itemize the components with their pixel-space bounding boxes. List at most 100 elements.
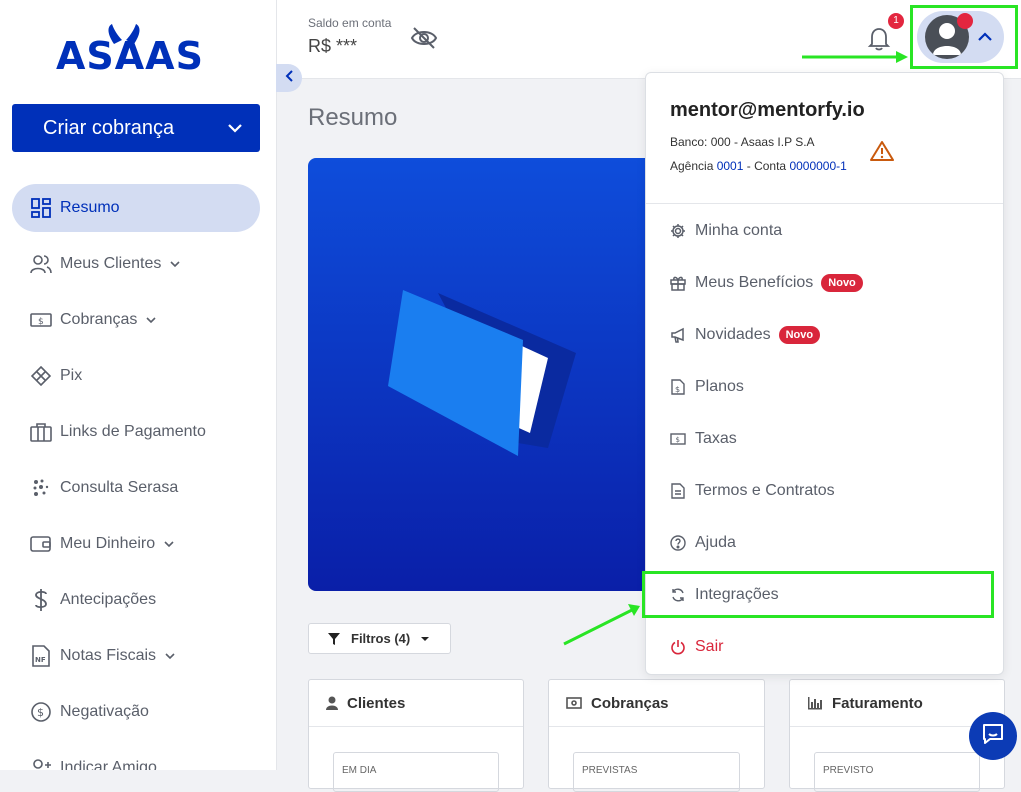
menu-item-planos[interactable]: $ Planos bbox=[670, 375, 744, 399]
create-charge-label: Criar cobrança bbox=[43, 116, 175, 139]
card-inner-label: PREVISTAS bbox=[573, 752, 740, 792]
sidebar-item-label: Meus Clientes bbox=[60, 255, 162, 272]
document-icon bbox=[670, 483, 686, 499]
sidebar-item-label: Resumo bbox=[60, 199, 120, 216]
menu-item-novidades[interactable]: Novidades Novo bbox=[670, 323, 821, 347]
chat-button[interactable] bbox=[969, 712, 1017, 760]
menu-item-termos-contratos[interactable]: Termos e Contratos bbox=[670, 479, 835, 503]
sidebar-item-cobrancas[interactable]: $ Cobranças bbox=[12, 296, 260, 344]
menu-item-label: Termos e Contratos bbox=[695, 482, 835, 499]
filter-icon bbox=[327, 632, 341, 646]
menu-item-label: Minha conta bbox=[695, 222, 783, 239]
menu-item-label: Ajuda bbox=[695, 534, 736, 551]
menu-item-label: Novidades bbox=[695, 326, 771, 343]
user-icon bbox=[326, 696, 338, 710]
svg-text:$: $ bbox=[676, 436, 680, 444]
sidebar-item-indicar-amigo[interactable]: Indicar Amigo bbox=[12, 744, 260, 770]
chevron-down-icon bbox=[169, 260, 181, 268]
sidebar-item-label: Indicar Amigo bbox=[60, 759, 157, 770]
card-cobrancas[interactable]: Cobranças PREVISTAS bbox=[548, 679, 765, 792]
sidebar-item-label: Links de Pagamento bbox=[60, 423, 206, 440]
sidebar-item-antecipacoes[interactable]: Antecipações bbox=[12, 576, 260, 624]
svg-text:$: $ bbox=[675, 385, 680, 394]
annotation-highlight-integracoes bbox=[642, 571, 994, 618]
menu-item-taxas[interactable]: $ Taxas bbox=[670, 427, 737, 451]
menu-item-label: Planos bbox=[695, 378, 744, 395]
power-icon bbox=[670, 639, 686, 655]
menu-divider bbox=[646, 203, 1003, 204]
sidebar-item-pix[interactable]: Pix bbox=[12, 352, 260, 400]
menu-item-label: Taxas bbox=[695, 430, 737, 447]
document-dollar-icon: $ bbox=[670, 379, 686, 395]
money-icon: $ bbox=[29, 308, 53, 332]
annotation-highlight-user-menu bbox=[910, 5, 1018, 69]
asaas-logo[interactable]: ASAAS bbox=[56, 22, 216, 78]
account-prefix: - Conta bbox=[743, 159, 790, 173]
card-inner-label: EM DIA bbox=[333, 752, 499, 792]
sidebar-item-negativacao[interactable]: $ Negativação bbox=[12, 688, 260, 736]
negativacao-icon: $ bbox=[29, 700, 53, 724]
filters-label: Filtros (4) bbox=[351, 631, 411, 646]
notification-badge: 1 bbox=[888, 13, 904, 29]
invoice-icon: NF bbox=[29, 644, 53, 668]
sidebar-item-resumo[interactable]: Resumo bbox=[12, 184, 260, 232]
bank-info: Banco: 000 - Asaas I.P S.A bbox=[670, 135, 815, 149]
logo-text: ASAAS bbox=[56, 34, 204, 78]
page-title: Resumo bbox=[308, 104, 398, 131]
menu-item-ajuda[interactable]: Ajuda bbox=[670, 531, 736, 555]
caret-down-icon bbox=[420, 636, 430, 642]
balance-value: R$ *** bbox=[308, 36, 358, 56]
sidebar-item-label: Cobranças bbox=[60, 311, 138, 328]
bar-chart-icon bbox=[807, 696, 823, 710]
new-badge: Novo bbox=[778, 326, 821, 344]
briefcase-icon bbox=[29, 420, 53, 444]
help-icon bbox=[670, 535, 686, 551]
chevron-down-icon bbox=[163, 540, 175, 548]
create-charge-button[interactable]: Criar cobrança bbox=[12, 104, 260, 152]
chevron-down-icon[interactable] bbox=[210, 123, 260, 133]
sidebar-item-label: Notas Fiscais bbox=[60, 647, 157, 664]
account-number: 0000000-1 bbox=[789, 159, 847, 173]
pix-icon bbox=[29, 364, 53, 388]
svg-text:$: $ bbox=[37, 706, 44, 719]
card-clientes[interactable]: Clientes EM DIA bbox=[308, 679, 524, 792]
card-inner-label: PREVISTO bbox=[814, 752, 980, 792]
sidebar-item-label: Antecipações bbox=[60, 591, 157, 608]
sidebar-item-notas-fiscais[interactable]: NF Notas Fiscais bbox=[12, 632, 260, 680]
menu-item-meus-beneficios[interactable]: Meus Benefícios Novo bbox=[670, 271, 863, 295]
sidebar-item-label: Negativação bbox=[60, 703, 149, 720]
new-badge: Novo bbox=[821, 274, 863, 292]
promo-banner[interactable] bbox=[308, 158, 658, 591]
sidebar-item-meus-clientes[interactable]: Meus Clientes bbox=[12, 240, 260, 288]
warning-icon[interactable] bbox=[869, 140, 895, 167]
svg-text:$: $ bbox=[38, 317, 44, 327]
card-title: Clientes bbox=[347, 694, 406, 712]
eye-off-icon[interactable] bbox=[410, 26, 438, 55]
annotation-arrow-integracoes bbox=[563, 604, 640, 646]
collapse-sidebar-button[interactable] bbox=[276, 64, 302, 92]
sidebar-item-label: Consulta Serasa bbox=[60, 479, 179, 496]
add-user-icon bbox=[29, 756, 53, 770]
megaphone-icon bbox=[670, 327, 686, 343]
menu-item-label: Sair bbox=[695, 638, 724, 655]
annotation-arrow-user-menu bbox=[802, 51, 908, 63]
users-icon bbox=[29, 252, 53, 276]
money-icon: $ bbox=[670, 431, 686, 447]
menu-item-label: Meus Benefícios bbox=[695, 274, 814, 291]
menu-item-sair[interactable]: Sair bbox=[670, 635, 723, 659]
money-icon bbox=[566, 697, 582, 709]
agency-account-info: Agência 0001 - Conta 0000000-1 bbox=[670, 159, 847, 173]
sidebar-item-links-pagamento[interactable]: Links de Pagamento bbox=[12, 408, 260, 456]
menu-item-minha-conta[interactable]: Minha conta bbox=[670, 219, 782, 243]
card-title: Cobranças bbox=[591, 694, 669, 712]
sidebar-item-consulta-serasa[interactable]: Consulta Serasa bbox=[12, 464, 260, 512]
chevron-left-icon bbox=[284, 69, 294, 88]
filters-button[interactable]: Filtros (4) bbox=[308, 623, 451, 654]
folder-illustration bbox=[388, 290, 576, 456]
sidebar-item-meu-dinheiro[interactable]: Meu Dinheiro bbox=[12, 520, 260, 568]
chevron-down-icon bbox=[145, 316, 157, 324]
dashboard-icon bbox=[29, 196, 53, 220]
agency-prefix: Agência bbox=[670, 159, 717, 173]
chat-icon bbox=[980, 721, 1006, 752]
sidebar-item-label: Meu Dinheiro bbox=[60, 535, 156, 552]
